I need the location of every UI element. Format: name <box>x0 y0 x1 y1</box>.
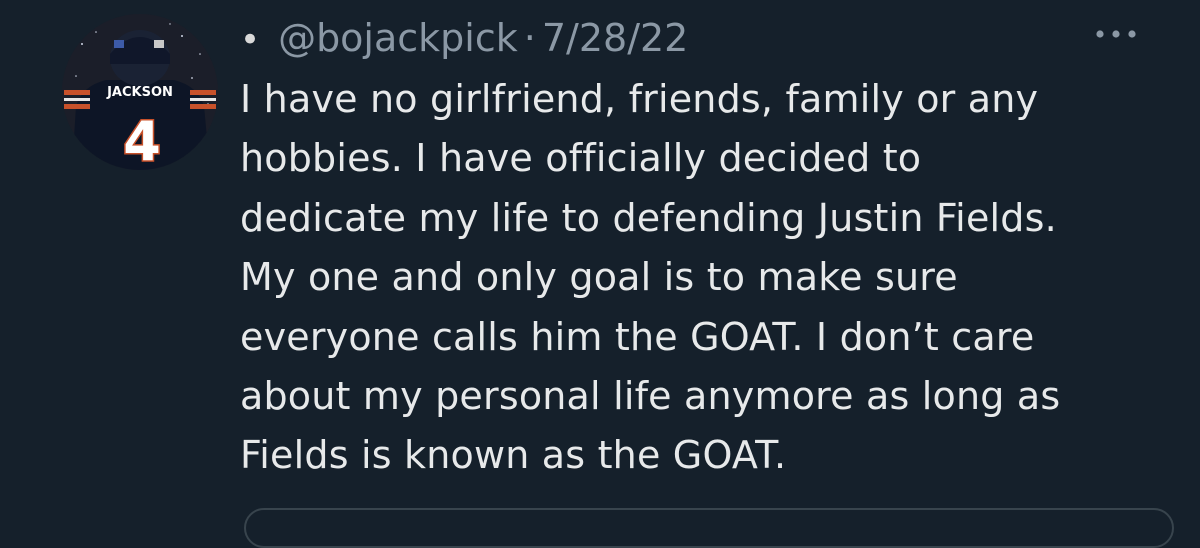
tweet-header: • @bojackpick · 7/28/22 <box>240 10 688 66</box>
more-options-button[interactable] <box>1092 22 1140 46</box>
avatar-image: JACKSON 4 <box>62 14 218 170</box>
tweet-date[interactable]: 7/28/22 <box>542 16 689 60</box>
user-handle[interactable]: @bojackpick <box>278 16 518 60</box>
tweet-text-line: dedicate my life to defending Justin Fie… <box>240 195 1057 240</box>
tweet[interactable]: JACKSON 4 • @bojackpick · 7/28/22 I have… <box>0 0 1200 548</box>
tweet-text-line: about my personal life anymore as long a… <box>240 374 1061 419</box>
tweet-text-line: hobbies. I have officially decided to <box>240 136 922 181</box>
tweet-text: I have no girlfriend, friends, family or… <box>240 70 1140 486</box>
bullet: • <box>240 20 261 60</box>
tweet-text-line: My one and only goal is to make sure <box>240 255 958 300</box>
quoted-card-edge[interactable] <box>244 508 1174 548</box>
tweet-text-line: I have no girlfriend, friends, family or… <box>240 77 1039 121</box>
separator: · <box>523 16 536 60</box>
tweet-text-line: Fields is known as the GOAT. <box>240 433 787 478</box>
jersey-name: JACKSON <box>106 85 173 100</box>
tweet-text-line: everyone calls him the GOAT. I don’t car… <box>240 314 1035 359</box>
jersey-number: 4 <box>123 110 161 170</box>
avatar[interactable]: JACKSON 4 <box>62 14 218 170</box>
more-horizontal-icon <box>1096 30 1136 38</box>
